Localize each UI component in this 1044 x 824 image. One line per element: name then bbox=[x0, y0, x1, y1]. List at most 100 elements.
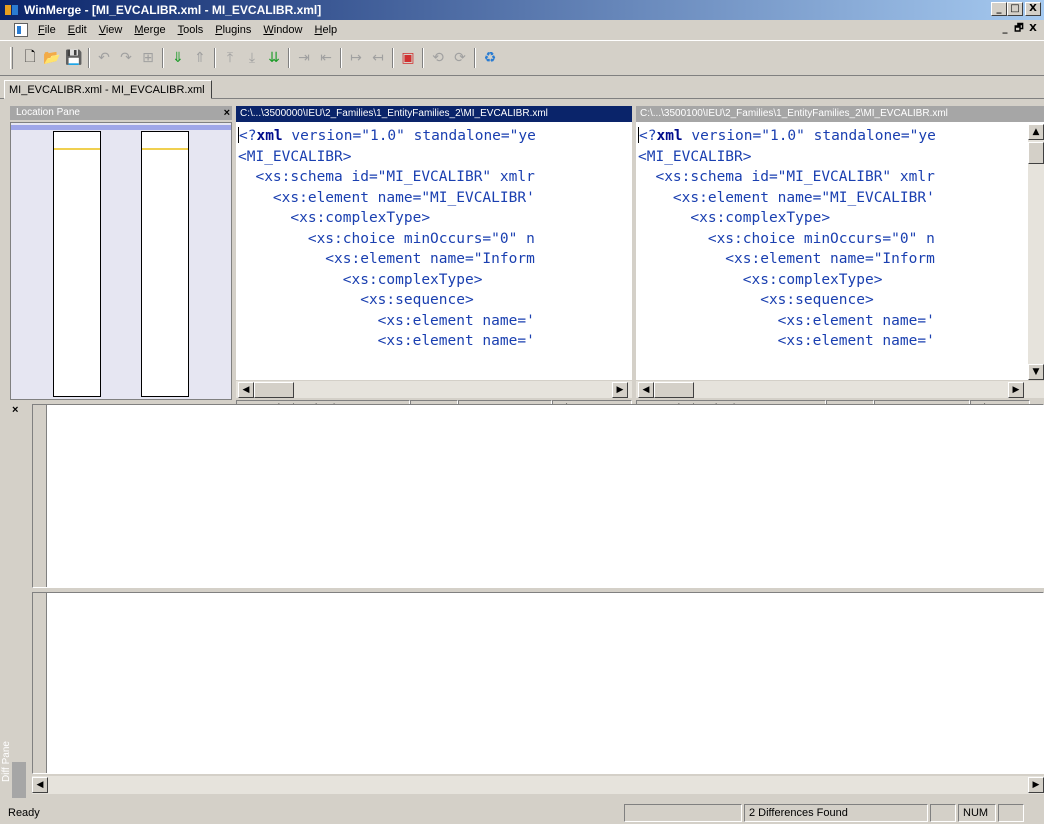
code-line: <xs:element name=' bbox=[238, 312, 535, 329]
toolbar-separator bbox=[88, 48, 90, 68]
scroll-right-icon[interactable]: ▶ bbox=[1008, 382, 1024, 398]
refresh-icon[interactable]: ♻ bbox=[479, 47, 501, 69]
all-right-icon[interactable]: ▣ bbox=[397, 47, 419, 69]
diff-pane-title: Diff Pane bbox=[1, 741, 12, 782]
location-viewport-indicator[interactable] bbox=[11, 125, 231, 130]
toolbar: 🗋 📂 💾 ↶ ↷ ⊞ ⇓ ⇑ ⤒ ⤓ ⇊ ⇥ ⇤ ↦ ↤ ▣ ⟲ ⟳ ♻ bbox=[0, 40, 1044, 76]
diff-pane-close-icon[interactable]: × bbox=[12, 404, 18, 416]
toolbar-separator bbox=[474, 48, 476, 68]
code-line: <xs:schema id="MI_EVCALIBR" xmlr bbox=[638, 169, 935, 185]
location-pane-title: Location Pane bbox=[16, 107, 80, 118]
maximize-button[interactable]: □ bbox=[1007, 2, 1023, 16]
location-bar-left[interactable] bbox=[53, 131, 101, 397]
mdi-minimize-button[interactable]: _ bbox=[998, 23, 1012, 36]
options-icon[interactable]: ⊞ bbox=[137, 47, 159, 69]
menu-merge[interactable]: Merge bbox=[128, 24, 171, 36]
menu-plugins[interactable]: Plugins bbox=[209, 24, 257, 36]
code-line: <xs:choice minOccurs="0" n bbox=[638, 230, 935, 247]
save-icon[interactable]: 💾 bbox=[63, 47, 85, 69]
code-line: <xs:complexType> bbox=[238, 210, 431, 226]
redo-icon[interactable]: ↷ bbox=[115, 47, 137, 69]
vertical-scroll-thumb[interactable] bbox=[1028, 142, 1044, 164]
right-horizontal-scrollbar[interactable]: ◀ ▶ bbox=[636, 380, 1044, 398]
winmerge-app-icon[interactable] bbox=[4, 2, 20, 18]
mdi-close-button[interactable]: X bbox=[1026, 23, 1040, 36]
prev-diff-icon[interactable]: ⇑ bbox=[189, 47, 211, 69]
left-horizontal-scrollbar[interactable]: ◀ ▶ bbox=[236, 380, 632, 398]
status-ready: Ready bbox=[8, 807, 40, 819]
location-pane: Location Pane × bbox=[10, 106, 232, 400]
location-bar-right[interactable] bbox=[141, 131, 189, 397]
diff-pane-caption: Diff Pane bbox=[1, 422, 30, 798]
toolbar-separator bbox=[214, 48, 216, 68]
minimize-button[interactable]: _ bbox=[991, 2, 1007, 16]
code-line: <xs:element name="Inform bbox=[238, 251, 535, 267]
menu-bar: File Edit View Merge Tools Plugins Window Help … bbox=[0, 20, 1044, 40]
menu-view[interactable]: View bbox=[93, 24, 129, 36]
code-line: <xs:element name=' bbox=[238, 333, 535, 349]
scroll-left-icon[interactable]: ◀ bbox=[32, 777, 48, 793]
menu-tools[interactable]: Tools bbox=[172, 24, 210, 36]
new-icon[interactable]: 🗋 bbox=[19, 47, 41, 69]
status-bar: Ready 2 Differences Found NUM bbox=[0, 802, 1044, 824]
right-code-view[interactable]: <?xml version="1.0" standalone="ye <MI_EV… bbox=[638, 126, 1026, 378]
copy-left-advance-icon[interactable]: ↤ bbox=[367, 47, 389, 69]
document-icon[interactable] bbox=[14, 23, 28, 37]
last-diff-icon[interactable]: ⇊ bbox=[263, 47, 285, 69]
code-line: <xs:element name="MI_EVCALIBR' bbox=[238, 189, 535, 206]
mdi-restore-button[interactable]: 🗗 bbox=[1012, 23, 1026, 36]
code-line: <xs:complexType> bbox=[238, 271, 483, 288]
scroll-right-icon[interactable]: ▶ bbox=[612, 382, 628, 398]
window-title: WinMerge - [MI_EVCALIBR.xml - MI_EVCALIB… bbox=[24, 3, 322, 17]
left-code-view[interactable]: <?xml version="1.0" standalone="ye <MI_EV… bbox=[238, 126, 630, 378]
right-file-path[interactable]: C:\...\3500100\IEU\2_Families\1_EntityFa… bbox=[636, 106, 1044, 122]
scroll-up-icon[interactable]: ▲ bbox=[1028, 124, 1044, 140]
scroll-left-icon[interactable]: ◀ bbox=[238, 382, 254, 398]
rescan-prev-icon[interactable]: ⟲ bbox=[427, 47, 449, 69]
title-bar: WinMerge - [MI_EVCALIBR.xml - MI_EVCALIB… bbox=[0, 0, 1044, 20]
num-lock-indicator: NUM bbox=[958, 804, 996, 822]
toolbar-grip[interactable] bbox=[10, 47, 13, 69]
rescan-next-icon[interactable]: ⟳ bbox=[449, 47, 471, 69]
menu-window[interactable]: Window bbox=[257, 24, 308, 36]
scroll-down-icon[interactable]: ▼ bbox=[1028, 364, 1044, 380]
code-line: <xs:schema id="MI_EVCALIBR" xmlr bbox=[238, 169, 535, 185]
right-file-pane: C:\...\3500100\IEU\2_Families\1_EntityFa… bbox=[636, 106, 1044, 398]
copy-left-icon[interactable]: ⇤ bbox=[315, 47, 337, 69]
menu-file[interactable]: File bbox=[32, 24, 62, 36]
status-empty-cell-3 bbox=[998, 804, 1024, 822]
code-line: <xs:element name=' bbox=[638, 312, 935, 329]
scroll-thumb[interactable] bbox=[654, 382, 694, 398]
location-map[interactable] bbox=[10, 122, 232, 400]
next-diff-icon[interactable]: ⇓ bbox=[167, 47, 189, 69]
code-line: <xs:element name="MI_EVCALIBR' bbox=[638, 189, 935, 206]
location-pane-close-icon[interactable]: × bbox=[224, 106, 230, 120]
code-line: <MI_EVCALIBR> bbox=[638, 148, 752, 165]
vertical-scrollbar[interactable]: ▲ ▼ bbox=[1028, 124, 1044, 380]
open-icon[interactable]: 📂 bbox=[41, 47, 63, 69]
current-diff-icon[interactable]: ⤓ bbox=[241, 47, 263, 69]
menu-help[interactable]: Help bbox=[309, 24, 344, 36]
diff-top-view[interactable] bbox=[32, 404, 1044, 588]
status-empty-cell bbox=[624, 804, 742, 822]
copy-right-advance-icon[interactable]: ↦ bbox=[345, 47, 367, 69]
scroll-thumb[interactable] bbox=[254, 382, 294, 398]
undo-icon[interactable]: ↶ bbox=[93, 47, 115, 69]
toolbar-separator bbox=[422, 48, 424, 68]
close-button[interactable]: X bbox=[1025, 2, 1041, 16]
menu-edit[interactable]: Edit bbox=[62, 24, 93, 36]
code-line: <xs:element name=' bbox=[638, 333, 935, 349]
location-pane-header: Location Pane × bbox=[10, 106, 232, 120]
toolbar-separator bbox=[392, 48, 394, 68]
left-file-path[interactable]: C:\...\3500000\IEU\2_Families\1_EntityFa… bbox=[236, 106, 632, 122]
toolbar-separator bbox=[288, 48, 290, 68]
diff-horizontal-scrollbar[interactable]: ◀ ▶ bbox=[32, 776, 1044, 794]
diff-bottom-view[interactable] bbox=[32, 592, 1044, 774]
scroll-left-icon[interactable]: ◀ bbox=[638, 382, 654, 398]
first-diff-icon[interactable]: ⤒ bbox=[219, 47, 241, 69]
scroll-right-icon[interactable]: ▶ bbox=[1028, 777, 1044, 793]
tab-mi-evcalibr[interactable]: MI_EVCALIBR.xml - MI_EVCALIBR.xml bbox=[4, 80, 212, 99]
code-line: <xs:sequence> bbox=[238, 292, 474, 308]
copy-right-icon[interactable]: ⇥ bbox=[293, 47, 315, 69]
left-file-pane: C:\...\3500000\IEU\2_Families\1_EntityFa… bbox=[236, 106, 632, 398]
